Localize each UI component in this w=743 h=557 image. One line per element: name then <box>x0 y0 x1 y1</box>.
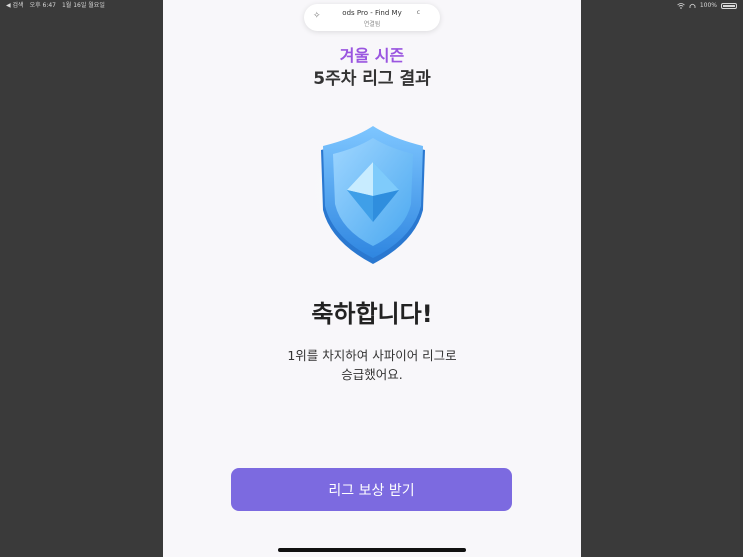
status-time: 오후 6:47 <box>29 2 56 9</box>
connection-notification[interactable]: ✧ ods Pro - Find My 연결됨 c <box>304 4 440 31</box>
status-right: 100% <box>677 0 737 12</box>
notification-subtitle: 연결됨 <box>363 21 381 28</box>
status-left: ◀ 검색 오후 6:47 1월 16일 월요일 <box>6 0 105 12</box>
promotion-message: 1위를 차지하여 사파이어 리그로 승급했어요. <box>163 346 581 384</box>
week-result-title: 5주차 리그 결과 <box>313 69 431 89</box>
promotion-message-line2: 승급했어요. <box>341 367 403 382</box>
notification-extra: c <box>416 9 420 16</box>
promotion-message-line1: 1위를 차지하여 사파이어 리그로 <box>287 348 457 363</box>
claim-league-reward-button[interactable]: 리그 보상 받기 <box>231 468 512 511</box>
wifi-icon <box>677 3 685 9</box>
battery-fill <box>723 5 735 7</box>
sapphire-shield-icon <box>303 121 443 265</box>
app-screen: ✧ ods Pro - Find My 연결됨 c 겨울 시즌 5주차 리그 결… <box>163 0 581 557</box>
congrats-title: 축하합니다! <box>311 300 433 328</box>
home-indicator[interactable] <box>278 548 466 552</box>
battery-percent: 100% <box>699 2 717 9</box>
season-title: 겨울 시즌 <box>339 46 405 65</box>
headphones-icon <box>689 3 696 8</box>
battery-icon <box>721 3 737 9</box>
back-to-search-link[interactable]: ◀ 검색 <box>6 0 24 12</box>
status-date: 1월 16일 월요일 <box>61 2 105 9</box>
